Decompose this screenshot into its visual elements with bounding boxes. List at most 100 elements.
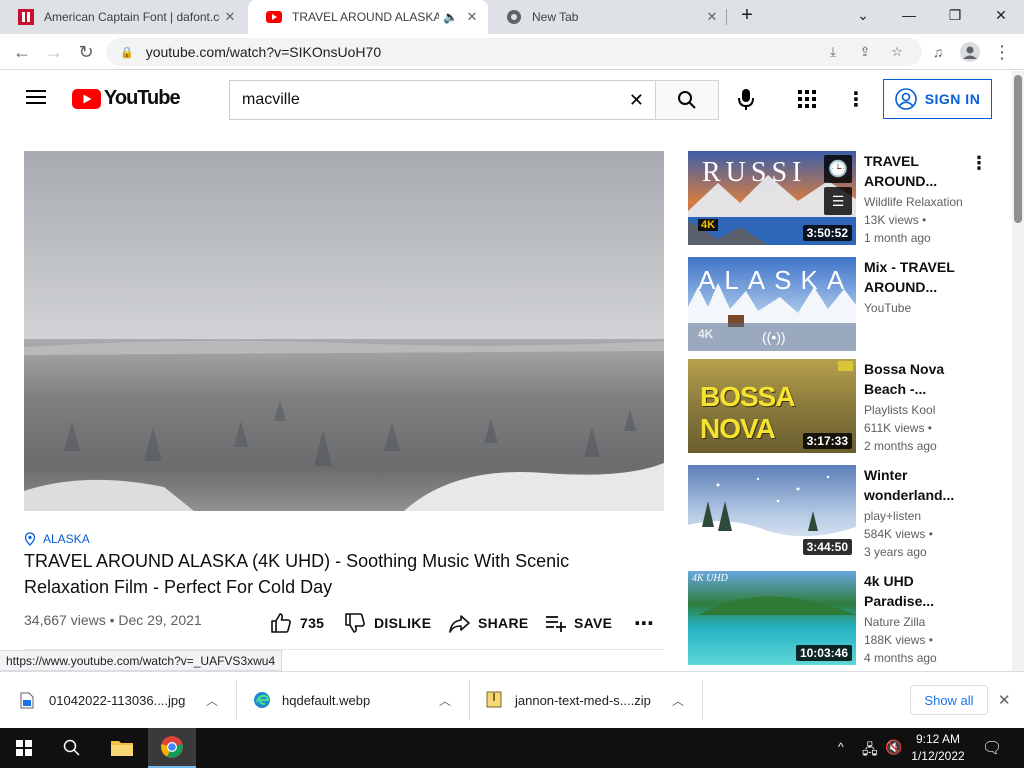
upload-age: 1 month ago <box>864 231 931 245</box>
close-shelf-icon[interactable]: ✕ <box>998 691 1011 709</box>
speaker-audio-icon[interactable]: 🔈 <box>443 10 458 24</box>
clear-search-icon[interactable]: ✕ <box>629 90 644 111</box>
location-pin-icon <box>24 532 36 546</box>
settings-more-icon[interactable]: ⋮ <box>846 87 866 112</box>
tab-search-chevron-icon[interactable]: ⌄ <box>840 0 886 30</box>
forward-arrow-icon[interactable]: → <box>42 40 66 64</box>
search-value: macville <box>242 91 300 108</box>
recommendation-title[interactable]: TRAVEL AROUND... <box>864 151 972 191</box>
recommendation-title[interactable]: 4k UHD Paradise... <box>864 571 972 611</box>
upload-age: 2 months ago <box>864 439 937 453</box>
scrollbar-thumb[interactable] <box>1014 75 1022 223</box>
show-all-downloads-button[interactable]: Show all <box>910 685 988 715</box>
add-to-queue-icon[interactable]: ☰ <box>824 187 852 215</box>
new-tab-button[interactable]: + <box>726 0 768 30</box>
recommendation-thumbnail[interactable]: ALASKA 4K ((•)) <box>688 257 856 351</box>
channel-name[interactable]: YouTube <box>864 301 911 315</box>
chrome-taskbar-icon[interactable] <box>148 728 196 768</box>
recommendation-thumbnail[interactable]: 4K UHD 10:03:46 <box>688 571 856 665</box>
like-count: 735 <box>300 615 325 631</box>
hamburger-menu-icon[interactable] <box>26 89 46 110</box>
channel-name[interactable]: Playlists Kool <box>864 403 935 417</box>
view-count: 611K views • <box>864 421 933 435</box>
tab-dafont[interactable]: American Captain Font | dafont.com ✕ <box>0 0 246 34</box>
action-menu-icon[interactable]: ⋮ <box>970 153 988 174</box>
media-controls-icon[interactable]: ♫ <box>926 40 950 64</box>
search-button[interactable] <box>655 80 719 120</box>
masthead: YouTube macville ✕ ⋮ SIGN IN <box>0 71 1012 127</box>
search-icon <box>678 91 696 109</box>
microphone-icon[interactable] <box>737 89 755 116</box>
restore-button[interactable]: ❐ <box>932 0 978 30</box>
install-app-icon[interactable]: ⤓ <box>823 42 843 62</box>
recommendation-thumbnail[interactable]: BOSSA NOVA 3:17:33 <box>688 359 856 453</box>
youtube-logo[interactable]: YouTube <box>72 87 181 110</box>
notifications-icon[interactable]: 🗨 <box>982 738 1002 758</box>
tab-youtube[interactable]: TRAVEL AROUND ALASKA (4K UHD) 🔈 ✕ <box>248 0 488 34</box>
thumbs-down-icon <box>345 613 365 633</box>
recommendation-item[interactable]: ALASKA 4K ((•)) Mix - TRAVEL AROUND... Y… <box>688 257 1008 351</box>
tab-title: American Captain Font | dafont.com <box>44 10 220 24</box>
video-player[interactable] <box>24 151 664 511</box>
search-icon[interactable] <box>48 728 96 768</box>
close-tab-icon[interactable]: ✕ <box>702 9 722 25</box>
apps-grid-icon[interactable] <box>798 90 816 113</box>
4k-badge: 4K <box>698 327 714 341</box>
recommendation-title[interactable]: Bossa Nova Beach -... <box>864 359 972 399</box>
windows-start-icon[interactable] <box>0 728 48 768</box>
video-duration: 3:17:33 <box>802 433 852 449</box>
recommendation-item[interactable]: 3:44:50 Winter wonderland... play+listen… <box>688 465 1008 559</box>
back-arrow-icon[interactable]: ← <box>10 40 34 64</box>
recommendation-item[interactable]: RUSSI 4K 🕒 ☰ 3:50:52 TRAVEL AROUND... Wi… <box>688 151 1008 245</box>
save-button[interactable]: SAVE <box>544 611 612 635</box>
thumbnail-title-text: 4K UHD <box>692 573 728 584</box>
tab-title: TRAVEL AROUND ALASKA (4K UHD) <box>292 10 440 24</box>
address-bar[interactable]: 🔒 youtube.com/watch?v=SIKOnsUoH70 ⤓ ⇪ ☆ <box>106 38 922 66</box>
image-file-icon <box>20 692 34 712</box>
channel-name[interactable]: Nature Zilla <box>864 615 925 629</box>
search-input[interactable]: macville ✕ <box>229 80 656 120</box>
minimize-button[interactable]: — <box>886 0 932 30</box>
share-page-icon[interactable]: ⇪ <box>855 42 875 62</box>
sign-in-button[interactable]: SIGN IN <box>883 79 992 119</box>
close-tab-icon[interactable]: ✕ <box>220 9 240 25</box>
channel-name[interactable]: play+listen <box>864 509 921 523</box>
chevron-up-icon[interactable]: ︿ <box>439 692 451 709</box>
channel-name[interactable]: Wildlife Relaxation <box>864 195 963 209</box>
live-mix-icon: ((•)) <box>762 329 786 345</box>
browser-menu-icon[interactable]: ⋮ <box>990 40 1014 64</box>
recommendation-thumbnail[interactable]: RUSSI 4K 🕒 ☰ 3:50:52 <box>688 151 856 245</box>
download-item[interactable]: jannon-text-med-s....zip ︿ <box>470 672 702 729</box>
location-hashtag[interactable]: ALASKA <box>24 532 90 546</box>
system-clock[interactable]: 9:12 AM 1/12/2022 <box>905 731 971 765</box>
show-hidden-icons-chevron[interactable]: ^ <box>838 740 844 754</box>
chevron-up-icon[interactable]: ︿ <box>206 692 218 709</box>
network-icon[interactable]: 🖧 <box>862 739 878 763</box>
download-item[interactable]: hqdefault.webp ︿ <box>237 672 469 729</box>
recommendation-title[interactable]: Winter wonderland... <box>864 465 972 505</box>
recommendation-item[interactable]: BOSSA NOVA 3:17:33 Bossa Nova Beach -...… <box>688 359 1008 453</box>
profile-icon[interactable] <box>958 40 982 64</box>
close-window-button[interactable]: ✕ <box>978 0 1024 30</box>
page-scrollbar[interactable] <box>1012 71 1024 671</box>
reload-icon[interactable]: ↻ <box>74 40 98 64</box>
recommendation-title[interactable]: Mix - TRAVEL AROUND... <box>864 257 972 297</box>
tab-strip: American Captain Font | dafont.com ✕ TRA… <box>0 0 1024 34</box>
volume-muted-icon[interactable]: 🔇 <box>885 739 902 756</box>
close-tab-icon[interactable]: ✕ <box>462 9 482 25</box>
download-filename: jannon-text-med-s....zip <box>515 693 651 708</box>
like-button[interactable]: 735 <box>270 611 324 635</box>
recommendation-item[interactable]: 4K UHD 10:03:46 4k UHD Paradise... Natur… <box>688 571 1008 665</box>
watch-later-clock-icon[interactable]: 🕒 <box>824 155 852 183</box>
file-explorer-icon[interactable] <box>98 728 146 768</box>
share-button[interactable]: SHARE <box>448 611 529 635</box>
video-duration: 3:50:52 <box>802 225 852 241</box>
tab-new[interactable]: New Tab ✕ <box>488 0 728 34</box>
recommendation-thumbnail[interactable]: 3:44:50 <box>688 465 856 559</box>
bookmark-star-icon[interactable]: ☆ <box>887 42 907 62</box>
dislike-button[interactable]: DISLIKE <box>344 611 431 635</box>
download-item[interactable]: 01042022-113036....jpg ︿ <box>0 672 236 729</box>
video-frame <box>24 151 664 511</box>
more-actions-icon[interactable]: ⋯ <box>634 611 654 635</box>
chevron-up-icon[interactable]: ︿ <box>672 692 684 709</box>
